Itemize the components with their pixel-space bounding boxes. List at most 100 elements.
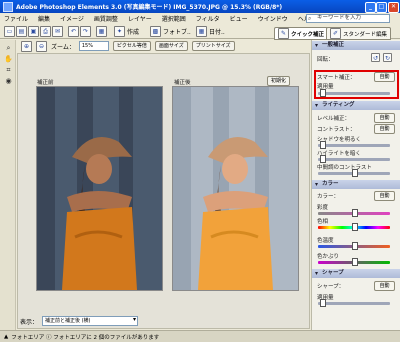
print-size-button[interactable]: プリントサイズ xyxy=(191,41,235,51)
sharpen-amount-thumb[interactable] xyxy=(319,299,326,307)
sharpen-label: シャープ： xyxy=(317,284,345,290)
date-label: 日付.. xyxy=(209,29,225,36)
after-label: 補正後 xyxy=(174,80,191,86)
photo-after[interactable] xyxy=(172,86,299,291)
highlight-slider[interactable] xyxy=(318,155,390,163)
quick-fix-icon: ✎ xyxy=(278,28,289,39)
standard-edit-icon: ✐ xyxy=(330,28,341,39)
print-icon[interactable]: ⎙ xyxy=(40,26,51,37)
reset-button[interactable]: 初期化 xyxy=(267,76,291,86)
photo-before[interactable] xyxy=(36,86,163,291)
menu-enhance[interactable]: 画質調整 xyxy=(94,14,118,23)
lighting-header[interactable]: ライティング xyxy=(312,101,400,110)
midtone-thumb[interactable] xyxy=(352,169,358,177)
midtone-slider[interactable] xyxy=(318,169,390,177)
color-header[interactable]: カラー xyxy=(312,180,400,189)
help-search-input[interactable]: ⌕ キーワードを入力 xyxy=(306,14,390,23)
tab-quick-label: クイック補正 xyxy=(291,31,325,38)
app-icon xyxy=(3,1,13,12)
create-icon: ✦ xyxy=(114,26,125,37)
hue-thumb[interactable] xyxy=(352,223,358,231)
date-button[interactable]: ▦ 日付.. xyxy=(196,26,225,37)
new-icon[interactable]: ▭ xyxy=(4,26,15,37)
rotate-label: 回転： xyxy=(317,57,334,63)
minimize-button[interactable]: _ xyxy=(365,2,376,13)
zoom-input[interactable]: 15% xyxy=(78,41,109,51)
shadow-slider[interactable] xyxy=(318,141,390,149)
options-bar: ⊕ ⊖ ズーム： 15% ピクセル等倍 画面サイズ プリントサイズ xyxy=(17,40,310,52)
hue-label: 色相 xyxy=(317,219,329,225)
red-eye-tool-icon[interactable]: ◉ xyxy=(4,77,13,86)
menu-layer[interactable]: レイヤー xyxy=(128,14,152,23)
tab-standard-edit[interactable]: ✐ スタンダード編集 xyxy=(326,27,392,40)
undo-icon[interactable]: ↶ xyxy=(68,26,79,37)
sharpen-header[interactable]: シャープ xyxy=(312,269,400,278)
hue-slider[interactable] xyxy=(318,223,390,231)
redo-icon[interactable]: ↷ xyxy=(80,26,91,37)
tab-quick-fix[interactable]: ✎ クイック補正 xyxy=(274,27,329,40)
open-icon[interactable]: ▤ xyxy=(16,26,27,37)
tint-slider[interactable] xyxy=(318,258,390,266)
create-label: 作成 xyxy=(127,29,140,36)
color-label: カラー： xyxy=(317,194,340,200)
tint-thumb[interactable] xyxy=(352,258,358,266)
general-fix-header[interactable]: 一般補正 xyxy=(312,41,400,50)
view-select[interactable]: 補正前と補正後 (横) xyxy=(42,316,139,326)
fit-screen-button[interactable]: 画面サイズ xyxy=(154,41,188,51)
mail-icon[interactable]: ✉ xyxy=(52,26,63,37)
sharpen-auto-button[interactable]: 自動 xyxy=(374,281,395,291)
before-label: 補正前 xyxy=(37,80,54,86)
view-label: 表示： xyxy=(20,318,39,326)
rotate-left-icon[interactable]: ↺ xyxy=(371,53,380,62)
shortcuts-bar: ▭ ▤ ▣ ⎙ ✉ ↶ ↷ ▦ ✦ 作成 ▩ フォトブ.. ▦ 日付.. ✎ クイック補… xyxy=(0,24,400,40)
temperature-label: 色温度 xyxy=(317,238,334,244)
highlight-thumb[interactable] xyxy=(319,155,326,163)
save-icon[interactable]: ▣ xyxy=(28,26,39,37)
menu-view[interactable]: ビュー xyxy=(230,14,248,23)
menu-window[interactable]: ウインドウ xyxy=(258,14,288,23)
contrast-auto-button[interactable]: 自動 xyxy=(374,124,395,134)
menu-filter[interactable]: フィルタ xyxy=(196,14,220,23)
saturation-thumb[interactable] xyxy=(352,209,358,217)
rotate-right-icon[interactable]: ↻ xyxy=(383,53,392,62)
menu-edit[interactable]: 編集 xyxy=(38,14,50,23)
saturation-label: 彩度 xyxy=(317,205,329,211)
saturation-slider[interactable] xyxy=(318,209,390,217)
photo-icon: ▩ xyxy=(150,26,161,37)
photo-after-image xyxy=(173,87,298,290)
actual-pixels-button[interactable]: ピクセル等倍 xyxy=(112,41,151,51)
maximize-button[interactable]: □ xyxy=(376,2,387,13)
browser-icon[interactable]: ▦ xyxy=(96,26,107,37)
color-auto-button[interactable]: 自動 xyxy=(374,191,395,201)
window-title: Adobe Photoshop Elements 3.0 (写真編集モード) I… xyxy=(16,4,283,11)
view-row: 表示： 補正前と補正後 (横) xyxy=(20,316,220,326)
crop-tool-icon[interactable]: ⌗ xyxy=(4,66,13,75)
hand-tool-icon[interactable]: ✋ xyxy=(4,55,13,64)
zoom-label: ズーム： xyxy=(51,43,75,51)
toolbox: ⌕ ✋ ⌗ ◉ xyxy=(0,40,16,330)
sharpen-amount-slider[interactable] xyxy=(318,299,390,307)
photo-before-image xyxy=(37,87,162,290)
zoom-out-icon[interactable]: ⊖ xyxy=(36,40,47,52)
shadow-thumb[interactable] xyxy=(319,141,326,149)
close-button[interactable]: ✕ xyxy=(388,2,399,13)
status-bar: ▲ フォトエリア ⓘ フォトエリアに 2 個のファイルがあります xyxy=(0,330,400,342)
menu-file[interactable]: ファイル xyxy=(4,14,28,23)
zoom-tool-icon[interactable]: ⌕ xyxy=(4,44,13,53)
title-bar: Adobe Photoshop Elements 3.0 (写真編集モード) I… xyxy=(0,0,400,13)
temperature-thumb[interactable] xyxy=(352,242,358,250)
create-button[interactable]: ✦ 作成 xyxy=(114,26,139,37)
zoom-in-icon[interactable]: ⊕ xyxy=(21,40,32,52)
levels-auto-button[interactable]: 自動 xyxy=(374,113,395,123)
photo-label: フォトブ.. xyxy=(163,29,191,36)
help-search-placeholder: キーワードを入力 xyxy=(317,15,362,21)
menu-image[interactable]: イメージ xyxy=(60,14,84,23)
temperature-slider[interactable] xyxy=(318,242,390,250)
tab-standard-label: スタンダード編集 xyxy=(343,31,388,38)
photo-bin-button[interactable]: ▩ フォトブ.. xyxy=(150,26,191,37)
highlight-box xyxy=(314,70,399,99)
search-icon: ⌕ xyxy=(308,15,312,22)
photo-bin-arrow-icon[interactable]: ▲ xyxy=(4,334,8,340)
tint-label: 色かぶり xyxy=(317,254,340,260)
menu-select[interactable]: 選択範囲 xyxy=(162,14,186,23)
